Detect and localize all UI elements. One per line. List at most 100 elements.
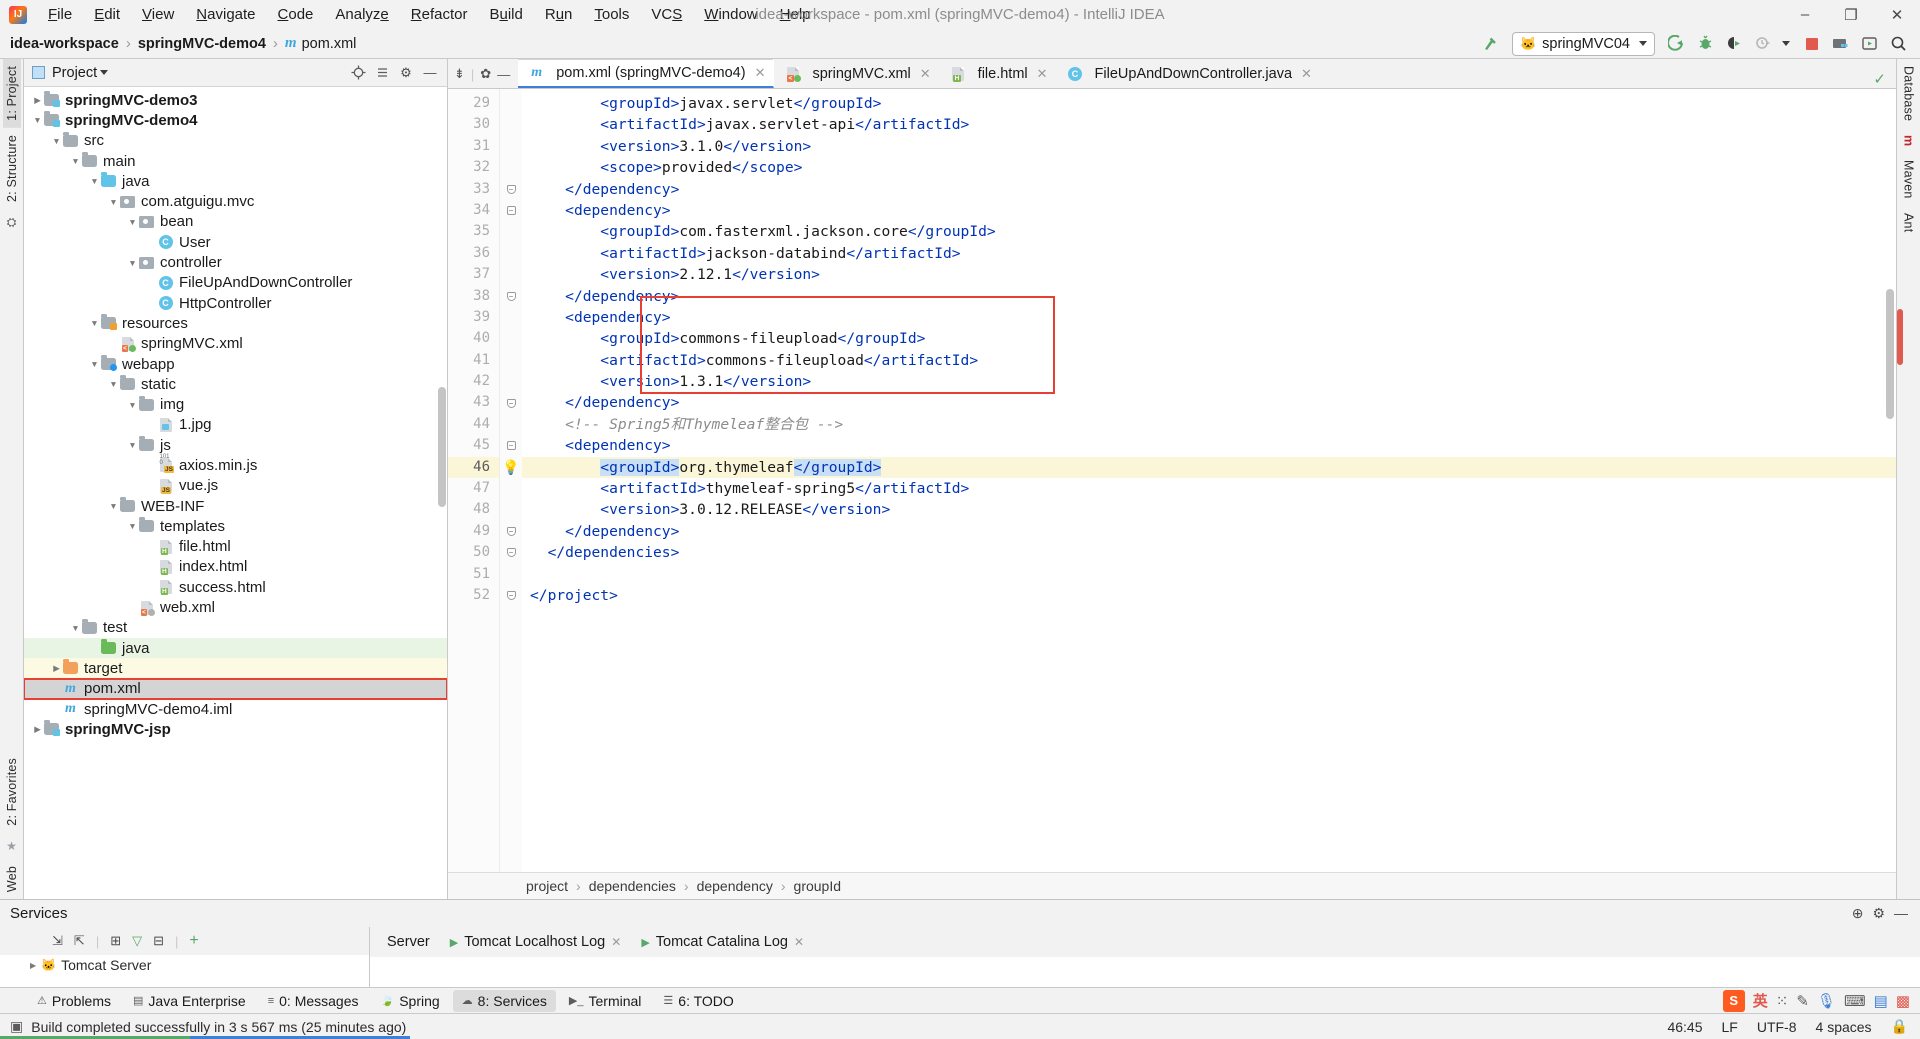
ime-keyboard-icon[interactable]: ⌨ [1844,992,1866,1010]
chevron-down-icon[interactable]: ▼ [108,197,119,207]
chevron-down-icon[interactable] [100,70,109,75]
gear-icon[interactable]: ⚙ [396,63,416,83]
breadcrumb-item-file[interactable]: pom.xml [302,36,357,52]
tool-window-0-messages[interactable]: ≡ 0: Messages [259,990,368,1012]
tool-window-java-enterprise[interactable]: ▤ Java Enterprise [124,990,255,1012]
run-with-coverage-icon[interactable] [1721,31,1748,57]
chevron-down-icon[interactable]: ▼ [108,501,119,511]
tree-item-controller[interactable]: ▼ controller [24,252,447,272]
minimize-button[interactable]: – [1782,0,1828,29]
menu-item-build[interactable]: Build [478,3,533,26]
tool-tab-favorites[interactable]: 2: Favorites [3,751,21,833]
code-line[interactable]: <version>1.3.1</version> [522,371,1896,392]
fold-marker-icon[interactable]: − [506,527,516,536]
tree-item-springmvc-demo4-iml[interactable]: m springMVC-demo4.iml [24,699,447,719]
tree-item-src[interactable]: ▼ src [24,131,447,151]
lock-icon[interactable]: 🔒 [1891,1018,1908,1035]
tree-item-springmvc-xml[interactable]: < springMVC.xml [24,334,447,354]
error-stripe-marker[interactable] [1896,309,1903,366]
tree-item-index-html[interactable]: Hindex.html [24,557,447,577]
chevron-down-icon[interactable] [1782,41,1790,46]
tool-window-spring[interactable]: 🍃 Spring [372,990,449,1012]
fold-marker-icon[interactable]: − [506,184,516,194]
code-line[interactable]: </dependency> [522,286,1896,307]
menu-item-navigate[interactable]: Navigate [185,3,266,26]
editor-breadcrumb-item-project[interactable]: project [526,878,568,894]
tree-item-target[interactable]: ▶ target [24,658,447,679]
services-log-tab-0[interactable]: ▶ Tomcat Localhost Log ✕ [441,930,631,954]
tool-window-8-services[interactable]: ☁ 8: Services [452,989,556,1012]
fold-marker-icon[interactable]: − [506,291,516,301]
menu-item-refactor[interactable]: Refactor [400,3,479,26]
code-line[interactable]: </project> [522,585,1896,606]
code-line[interactable]: <groupId>javax.servlet</groupId> [522,93,1896,114]
tree-item-fileupanddowncontroller[interactable]: C FileUpAndDownController [24,273,447,293]
tree-item-web-xml[interactable]: < web.xml [24,597,447,617]
tree-item-web-inf[interactable]: ▼ WEB-INF [24,496,447,516]
ime-settings-icon[interactable]: ▩ [1896,992,1910,1010]
editor-breadcrumb-item-groupId[interactable]: groupId [794,878,841,894]
tree-item-js[interactable]: ▼ js [24,435,447,455]
chevron-down-icon[interactable]: ▼ [51,136,62,146]
locate-icon[interactable] [348,63,368,83]
ime-dots-icon[interactable]: ⁙ [1776,992,1789,1010]
inspection-status-icon[interactable]: ✓ [1873,70,1896,88]
close-icon[interactable]: ✕ [1037,66,1048,82]
tool-window-terminal[interactable]: ▶_ Terminal [560,990,650,1012]
fold-marker[interactable]: − [500,435,522,456]
chevron-down-icon[interactable]: ▼ [89,318,100,328]
code-line[interactable]: <artifactId>javax.servlet-api</artifactI… [522,114,1896,135]
chevron-right-icon[interactable]: ▶ [32,724,43,735]
fold-marker-icon[interactable]: − [506,206,516,216]
close-icon[interactable]: ✕ [1301,66,1312,82]
run-icon[interactable] [1663,31,1690,57]
editor-tab-springmvc-xml[interactable]: < springMVC.xml ✕ [774,59,939,88]
tool-tab-database[interactable]: Database [1900,59,1918,128]
tree-item-user[interactable]: C User [24,232,447,252]
filter-icon[interactable]: ▽ [132,933,142,949]
code-line[interactable]: </dependencies> [522,542,1896,563]
search-everywhere-icon[interactable] [1885,31,1912,57]
gear-icon[interactable]: ⚙ [1872,905,1885,922]
chevron-right-icon[interactable]: ▶ [32,95,43,106]
line-separator[interactable]: LF [1722,1019,1738,1035]
tree-item-java[interactable]: java [24,638,447,659]
fold-marker-icon[interactable]: − [506,398,516,408]
tree-item-springmvc-demo3[interactable]: ▶ springMVC-demo3 [24,90,447,110]
tool-tab-maven[interactable]: Maven [1900,153,1918,206]
menu-item-help[interactable]: Help [769,3,822,26]
sort-icon[interactable]: ⇟ [454,66,465,82]
fold-marker-icon[interactable]: − [506,441,516,451]
tree-item-resources[interactable]: ▼ resources [24,313,447,333]
maximize-button[interactable]: ❐ [1828,0,1874,29]
profile-icon[interactable] [1750,31,1777,57]
tool-window-problems[interactable]: ⚠ Problems [28,990,120,1012]
fold-marker[interactable]: − [500,179,522,200]
star-icon[interactable]: ★ [6,839,17,853]
tree-item-main[interactable]: ▼ main [24,151,447,171]
chevron-down-icon[interactable]: ▼ [127,217,138,227]
locate-icon[interactable]: ⊕ [1852,905,1864,922]
caret-position[interactable]: 46:45 [1667,1019,1702,1035]
menu-item-run[interactable]: Run [534,3,584,26]
code-line[interactable]: <artifactId>commons-fileupload</artifact… [522,350,1896,371]
services-log-tab-1[interactable]: ▶ Tomcat Catalina Log ✕ [632,930,813,954]
tree-item-pom-xml[interactable]: m pom.xml [24,677,447,700]
code-line[interactable]: <version>2.12.1</version> [522,264,1896,285]
fold-marker[interactable]: − [500,200,522,221]
editor-breadcrumb-item-dependencies[interactable]: dependencies [589,878,676,894]
tool-tab-structure[interactable]: 2: Structure [3,128,21,209]
chevron-down-icon[interactable]: ▼ [89,359,100,369]
chevron-down-icon[interactable]: ▼ [127,258,138,268]
tool-window-6-todo[interactable]: ☰ 6: TODO [654,990,742,1012]
code-line[interactable]: <version>3.1.0</version> [522,136,1896,157]
menu-item-file[interactable]: File [37,3,83,26]
breadcrumb-item-module[interactable]: springMVC-demo4 [138,36,266,52]
tree-item-file-html[interactable]: Hfile.html [24,537,447,557]
code-line[interactable]: </dependency> [522,521,1896,542]
file-encoding[interactable]: UTF-8 [1757,1019,1797,1035]
project-structure-icon[interactable] [1827,31,1854,57]
fold-marker[interactable]: − [500,286,522,307]
tree-item-java[interactable]: ▼ java [24,171,447,191]
close-icon[interactable]: ✕ [611,935,621,949]
